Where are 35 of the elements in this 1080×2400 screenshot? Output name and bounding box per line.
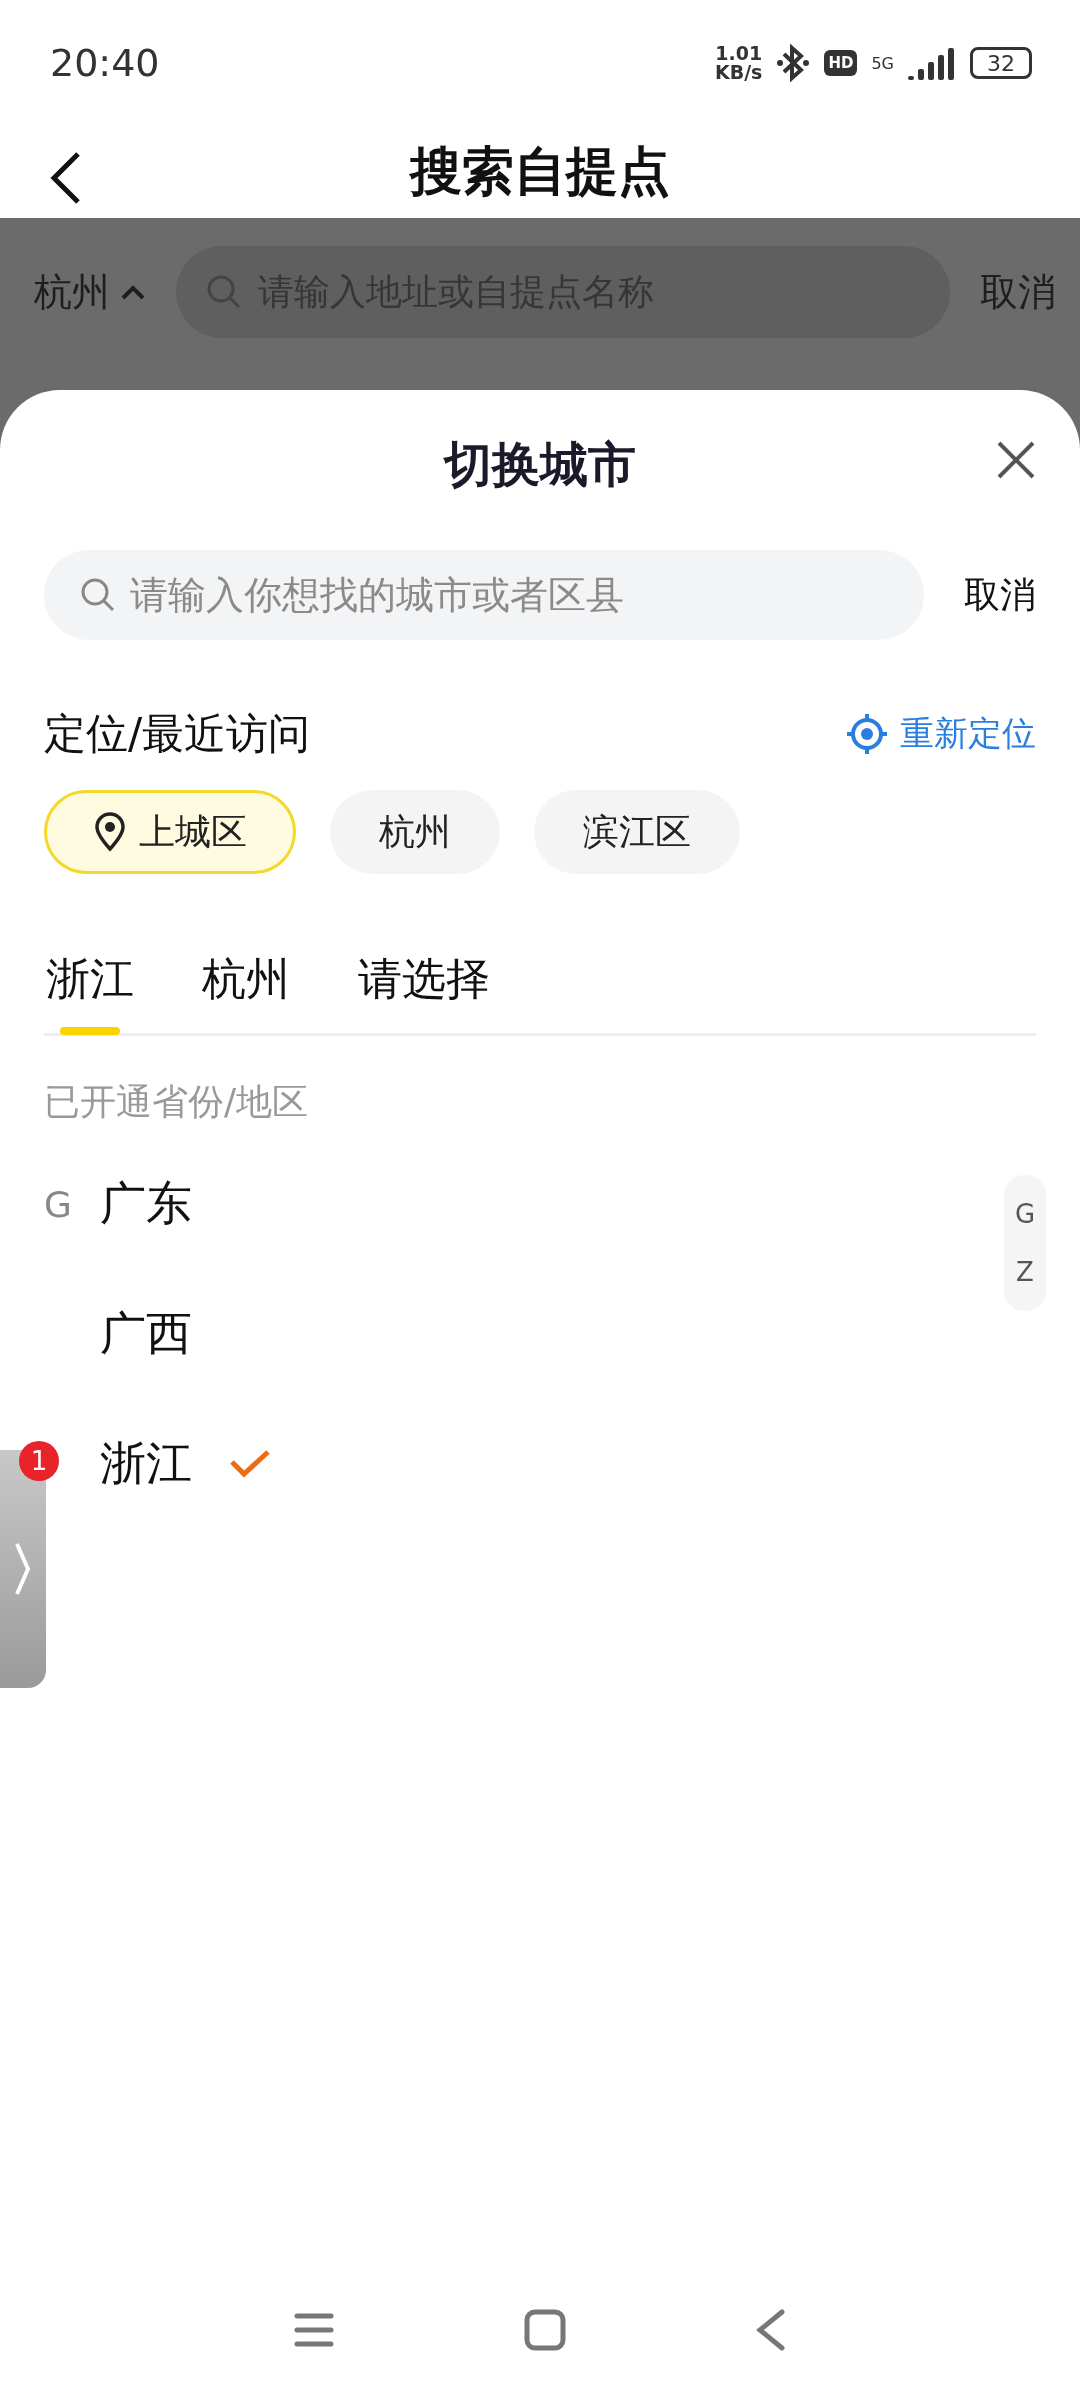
cancel-button[interactable]: 取消 [964,570,1036,620]
index-letter: G [44,1183,72,1225]
city-chip[interactable]: 上城区 [44,790,296,874]
index-letter[interactable]: G [1014,1199,1036,1229]
list-heading: 已开通省份/地区 [44,1080,310,1124]
hd-badge: HD [824,50,858,76]
location-pin-icon [93,812,127,852]
province-item[interactable]: 广西 [44,1269,946,1399]
status-time: 20:40 [50,41,160,85]
page-title: 搜索自提点 [410,140,670,203]
index-letter[interactable]: Z [1016,1257,1034,1287]
province-item[interactable]: G 广东 [44,1139,946,1269]
net-speed: 1.01 [715,44,763,63]
search-icon [80,577,116,613]
sheet-title: 切换城市 [444,435,636,494]
region-tab[interactable]: 浙江 [46,950,134,1033]
battery-level: 32 [970,47,1032,79]
close-button[interactable] [996,440,1036,480]
city-search-field[interactable]: 请输入你想找的城市或者区县 [44,550,924,640]
home-button[interactable] [524,2309,566,2351]
caret-icon [120,284,146,300]
relocate-button[interactable]: 重新定位 [846,711,1036,757]
chevron-icon [14,1541,32,1597]
region-tab[interactable]: 杭州 [202,950,290,1033]
region-tab[interactable]: 请选择 [358,950,490,1033]
locate-icon [846,713,888,755]
side-tab[interactable] [0,1450,46,1688]
search-icon [206,274,242,310]
city-chip[interactable]: 杭州 [330,790,500,874]
net-speed-unit: KB/s [714,63,763,82]
network-type: 5G [871,53,894,73]
signal-icon [908,46,956,80]
section-heading: 定位/最近访问 [44,708,311,760]
city-chip[interactable]: 滨江区 [534,790,740,874]
bluetooth-icon [776,43,811,83]
